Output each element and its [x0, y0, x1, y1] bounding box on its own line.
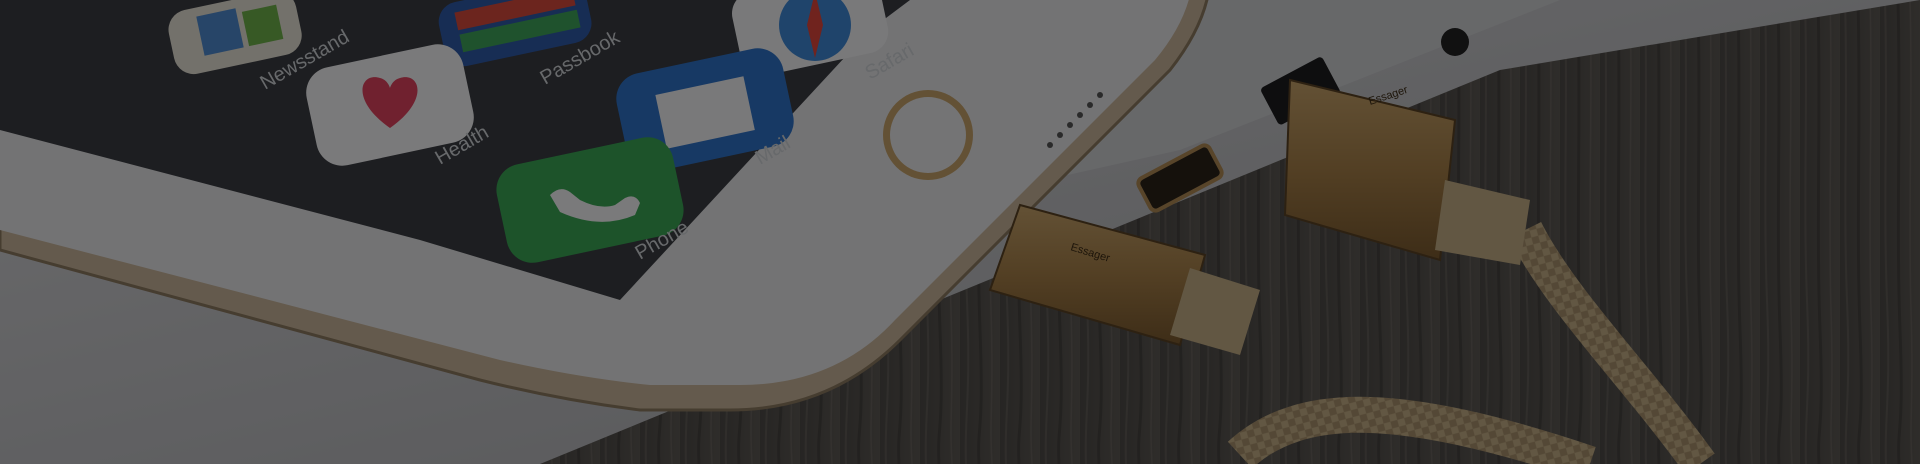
photo-scene: end Newsstand Passbook Safari: [0, 0, 1920, 464]
dark-overlay: [0, 0, 1920, 464]
hero-banner: end Newsstand Passbook Safari: [0, 0, 1920, 464]
